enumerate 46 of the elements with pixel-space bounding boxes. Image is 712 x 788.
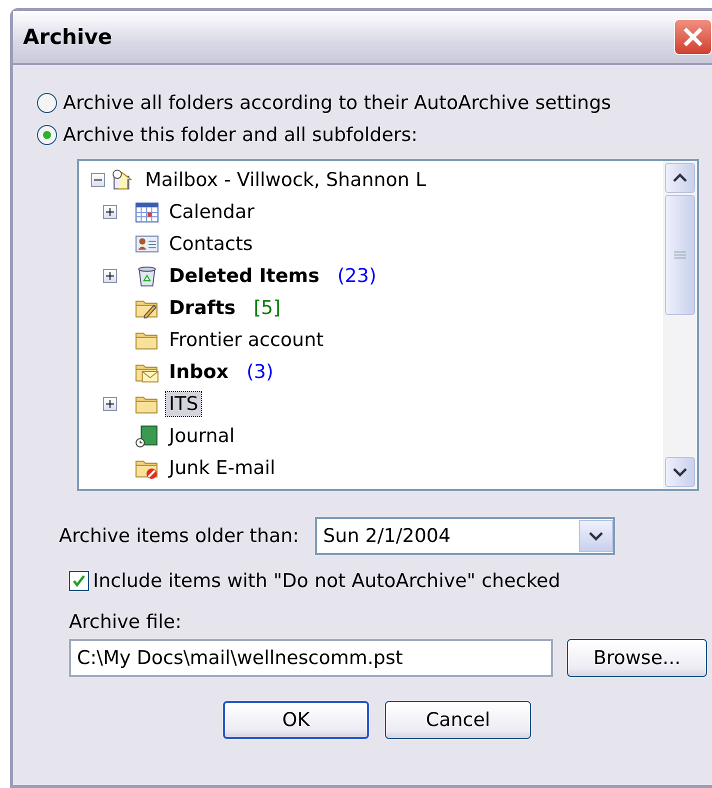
field-label: Archive file: [69, 611, 182, 633]
close-button[interactable] [674, 19, 712, 55]
grip-icon [674, 251, 686, 259]
down-caret-icon [673, 467, 687, 477]
radio-label: Archive this folder and all subfolders: [63, 124, 418, 146]
journal-icon [135, 424, 159, 448]
checkbox-label: Include items with "Do not AutoArchive" checked [93, 570, 560, 592]
tree-item[interactable]: Mailbox - Villwock, Shannon L [141, 167, 430, 193]
tree-item[interactable]: ITS [165, 391, 202, 417]
checkbox[interactable] [69, 571, 89, 591]
tree-item[interactable]: Junk E-mail [165, 455, 280, 481]
tree-item[interactable]: Inbox [165, 359, 233, 385]
expand-icon[interactable] [103, 397, 117, 411]
calendar-icon [135, 200, 159, 224]
scroll-up-button[interactable] [665, 163, 695, 193]
date-dropdown[interactable]: Sun 2/1/2004 [315, 517, 616, 555]
collapse-icon[interactable] [91, 173, 105, 187]
scrollbar[interactable] [663, 161, 697, 489]
ok-button[interactable]: OK [223, 701, 369, 739]
down-caret-icon [589, 531, 604, 541]
scroll-down-button[interactable] [665, 457, 695, 487]
expand-icon[interactable] [103, 269, 117, 283]
field-label: Archive items older than: [59, 525, 300, 547]
trash-icon [135, 264, 159, 288]
item-count: (23) [337, 265, 376, 287]
radio-button[interactable] [37, 93, 57, 113]
browse-button[interactable]: Browse... [567, 639, 707, 677]
tree-item[interactable]: Contacts [165, 231, 257, 257]
scroll-thumb[interactable] [665, 195, 695, 315]
dropdown-button[interactable] [579, 520, 614, 552]
expand-icon[interactable] [103, 205, 117, 219]
tree-item[interactable]: Drafts [165, 295, 240, 321]
file-path-field[interactable]: C:\My Docs\mail\wellnescomm.pst [69, 639, 553, 677]
window-title: Archive [23, 25, 112, 49]
close-icon [682, 26, 704, 48]
tree-item[interactable]: Frontier account [165, 327, 328, 353]
up-caret-icon [673, 173, 687, 183]
tree-item[interactable]: Calendar [165, 199, 258, 225]
mailbox-icon [111, 168, 135, 192]
item-count: (3) [246, 361, 274, 383]
radio-label: Archive all folders according to their AutoArchive settings [63, 92, 612, 114]
item-count: [5] [254, 297, 281, 319]
tree-item[interactable]: Journal [165, 423, 239, 449]
cancel-button[interactable]: Cancel [385, 701, 531, 739]
tree-item[interactable]: Deleted Items [165, 263, 324, 289]
radio-button[interactable] [37, 125, 57, 145]
